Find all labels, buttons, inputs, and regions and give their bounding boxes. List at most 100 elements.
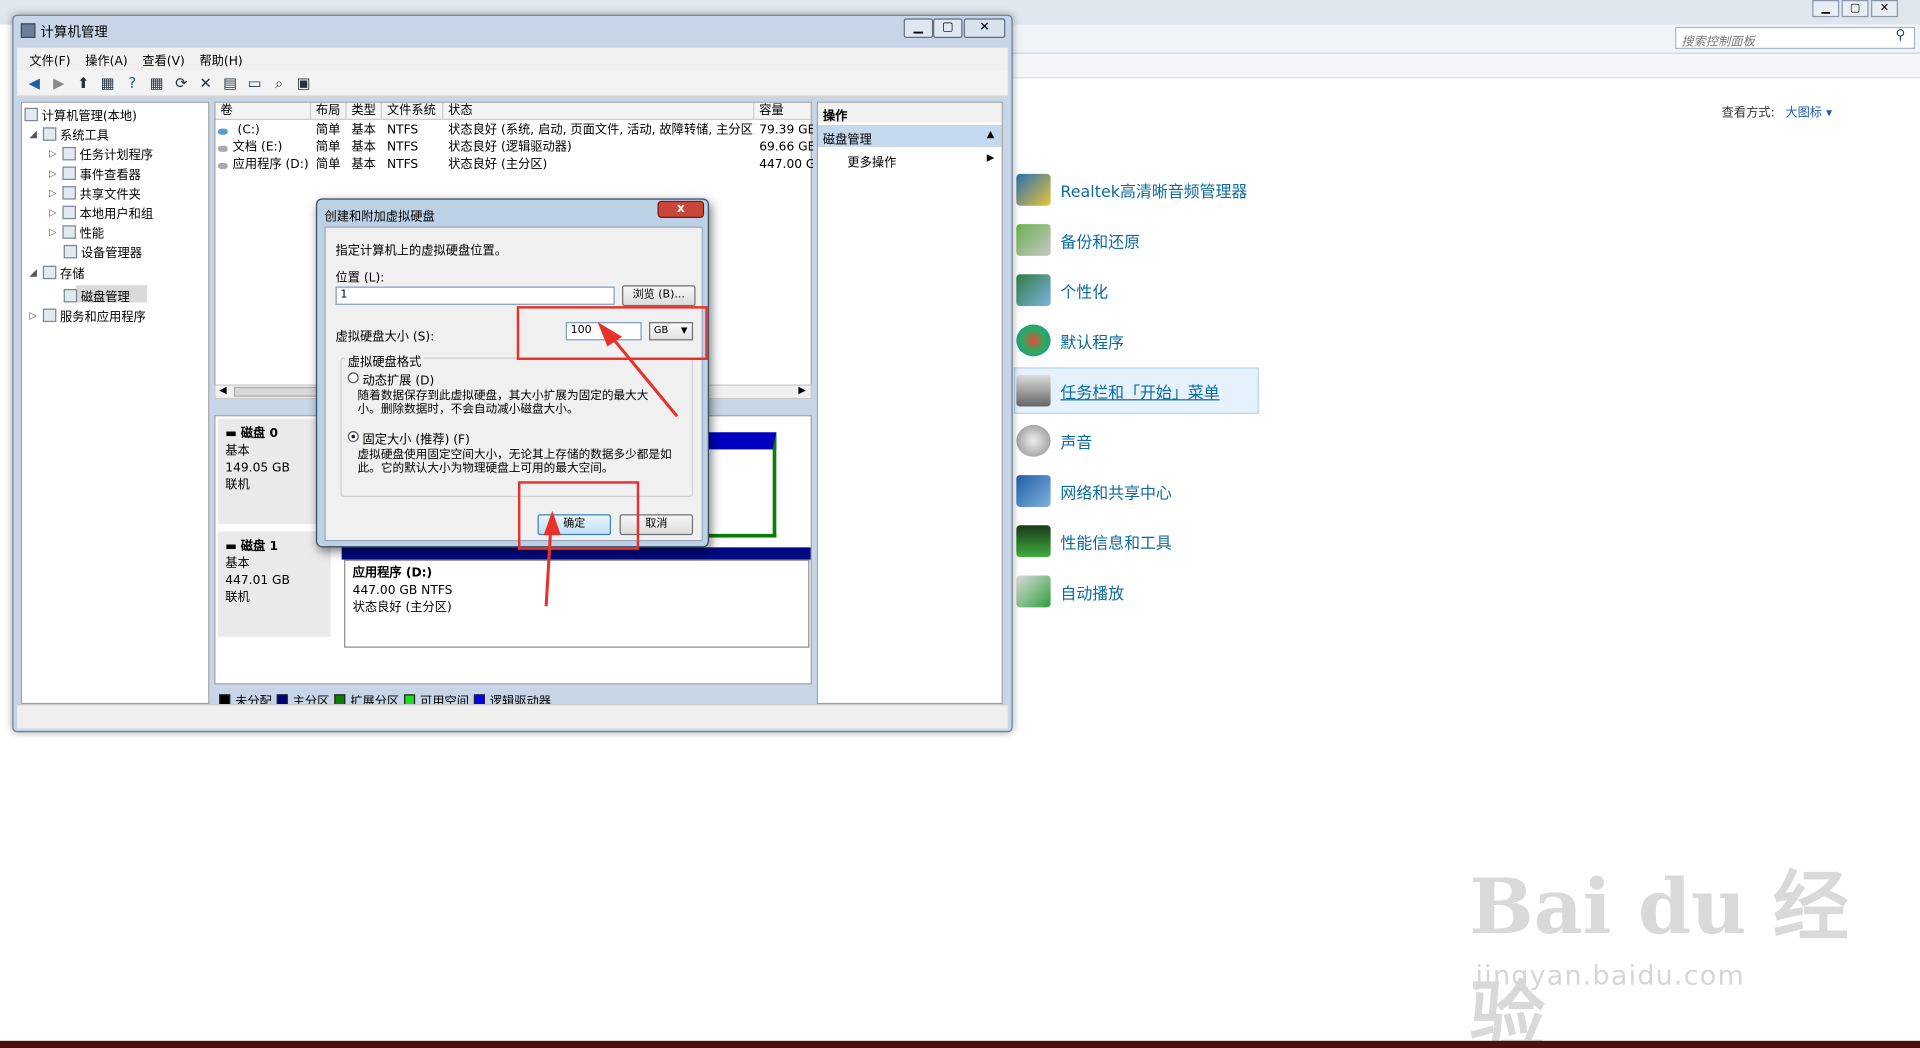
disk0-label[interactable]: ▬ 磁盘 0 基本 149.05 GB 联机 bbox=[217, 418, 331, 525]
tree-event-viewer[interactable]: ▷ 事件查看器 bbox=[49, 164, 141, 182]
tree-storage[interactable]: ◢ 存储 bbox=[29, 263, 85, 282]
control-panel-search-input[interactable]: 搜索控制面板 bbox=[1675, 26, 1916, 49]
browse-button[interactable]: 浏览 (B)... bbox=[622, 285, 696, 307]
tree-performance[interactable]: ▷ 性能 bbox=[49, 223, 104, 241]
cp-item-label: 性能信息和工具 bbox=[1060, 534, 1172, 553]
fixed-radio[interactable] bbox=[347, 431, 359, 443]
settings-icon[interactable]: ▣ bbox=[294, 73, 314, 93]
show-hide-action-icon[interactable]: ▦ bbox=[147, 73, 167, 93]
cp-item-label: 声音 bbox=[1060, 434, 1093, 453]
cp-item-label: 网络和共享中心 bbox=[1060, 484, 1172, 503]
scroll-left-icon[interactable]: ◀ bbox=[219, 384, 227, 395]
forward-icon[interactable]: ▶ bbox=[49, 73, 69, 93]
tree-services[interactable]: ▷ 服务和应用程序 bbox=[29, 306, 146, 324]
tree-label: 存储 bbox=[60, 268, 85, 282]
cell: 基本 bbox=[351, 157, 376, 172]
volume-row[interactable]: 应用程序 (D:) 简单 基本 NTFS 状态良好 (主分区) 447.00 G bbox=[216, 157, 814, 174]
menu-view[interactable]: 查看(V) bbox=[142, 50, 184, 67]
close-button[interactable]: ✕ bbox=[963, 18, 1006, 38]
disk-state: 联机 bbox=[225, 591, 250, 605]
actions-disk-management[interactable]: 磁盘管理 ▲ bbox=[817, 124, 1002, 147]
cell: 状态良好 (系统, 启动, 页面文件, 活动, 故障转储, 主分区) bbox=[448, 123, 755, 138]
col-volume[interactable]: 卷 bbox=[216, 102, 312, 121]
collapse-arrow-icon[interactable]: ▲ bbox=[987, 129, 995, 140]
open-folder-icon[interactable]: ▭ bbox=[245, 73, 265, 93]
back-icon[interactable]: ◀ bbox=[24, 73, 44, 93]
cp-item-personalize[interactable]: 个性化 bbox=[1016, 272, 1108, 309]
toolbar: ◀ ▶ ⬆ ▦ ? ▦ ⟳ ✕ ▤ ▭ ⌕ ▣ bbox=[17, 69, 1008, 97]
view-mode-dropdown[interactable]: 大图标 ▾ bbox=[1785, 102, 1832, 120]
event-icon bbox=[62, 166, 76, 181]
cp-item-realtek[interactable]: Realtek高清晰音频管理器 bbox=[1016, 171, 1247, 208]
dialog-close-button[interactable]: x bbox=[657, 200, 705, 218]
properties-icon[interactable]: ▤ bbox=[220, 73, 240, 93]
network-icon bbox=[1016, 475, 1051, 507]
cp-item-backup[interactable]: 备份和还原 bbox=[1016, 222, 1140, 259]
cp-item-taskbar[interactable]: 任务栏和「开始」菜单 bbox=[1016, 372, 1220, 409]
menu-help[interactable]: 帮助(H) bbox=[199, 50, 242, 67]
collapse-icon[interactable]: ▷ bbox=[49, 168, 59, 179]
cp-item-performance[interactable]: 性能信息和工具 bbox=[1016, 523, 1172, 560]
col-filesystem[interactable]: 文件系统 bbox=[382, 102, 444, 121]
col-type[interactable]: 类型 bbox=[347, 102, 383, 121]
tree-system-tools[interactable]: ◢ 系统工具 bbox=[29, 125, 109, 143]
actions-more[interactable]: 更多操作 bbox=[847, 152, 896, 170]
volume-row[interactable]: 文档 (E:) 简单 基本 NTFS 状态良好 (逻辑驱动器) 69.66 GE bbox=[216, 140, 813, 157]
format-group-label: 虚拟硬盘格式 bbox=[345, 351, 424, 370]
tree-label: 计算机管理(本地) bbox=[41, 110, 137, 124]
disk1-label[interactable]: ▬ 磁盘 1 基本 447.01 GB 联机 bbox=[217, 531, 331, 637]
cell: 447.00 G bbox=[759, 157, 814, 172]
delete-icon[interactable]: ✕ bbox=[196, 73, 216, 93]
cell: 基本 bbox=[351, 140, 376, 155]
cell: 79.39 GE bbox=[759, 123, 814, 138]
minimize-button[interactable]: ▁ bbox=[903, 18, 934, 38]
dynamic-radio[interactable] bbox=[347, 372, 359, 384]
cp-maximize-button[interactable]: ▢ bbox=[1841, 0, 1869, 18]
cp-item-default-programs[interactable]: 默认程序 bbox=[1016, 322, 1124, 359]
control-panel-window-buttons: ▁ ▢ ✕ bbox=[1812, 0, 1920, 20]
up-folder-icon[interactable]: ⬆ bbox=[73, 73, 93, 93]
disk-icon: ▬ bbox=[225, 427, 241, 441]
tree-device-manager[interactable]: 设备管理器 bbox=[63, 242, 142, 261]
cp-item-autoplay[interactable]: 自动播放 bbox=[1016, 573, 1124, 610]
legend-swatch bbox=[276, 693, 288, 705]
storage-icon bbox=[42, 265, 57, 280]
cp-minimize-button[interactable]: ▁ bbox=[1812, 0, 1840, 18]
collapse-icon[interactable]: ▷ bbox=[29, 310, 39, 321]
search-icon[interactable]: ⚲ bbox=[1896, 27, 1906, 43]
maximize-button[interactable]: ▢ bbox=[933, 18, 963, 38]
expand-icon[interactable]: ◢ bbox=[29, 129, 39, 140]
collapse-icon[interactable]: ▷ bbox=[49, 187, 59, 198]
col-layout[interactable]: 布局 bbox=[311, 102, 347, 121]
collapse-icon[interactable]: ▷ bbox=[49, 227, 59, 238]
collapse-icon[interactable]: ▷ bbox=[49, 148, 59, 159]
disk-icon: ▬ bbox=[225, 540, 241, 554]
scroll-right-icon[interactable]: ▶ bbox=[798, 384, 806, 395]
tree-label: 本地用户和组 bbox=[79, 208, 154, 222]
show-hide-tree-icon[interactable]: ▦ bbox=[98, 73, 118, 93]
submenu-arrow-icon[interactable]: ▶ bbox=[987, 152, 995, 163]
col-status[interactable]: 状态 bbox=[443, 102, 755, 121]
help-icon[interactable]: ? bbox=[122, 73, 142, 93]
cp-item-sound[interactable]: 声音 bbox=[1016, 422, 1092, 459]
tree-shared-folders[interactable]: ▷ 共享文件夹 bbox=[49, 184, 141, 202]
menu-file[interactable]: 文件(F) bbox=[29, 50, 70, 67]
tree-disk-management[interactable]: 磁盘管理 bbox=[63, 287, 130, 305]
col-capacity[interactable]: 容量 bbox=[754, 103, 813, 120]
menu-action[interactable]: 操作(A) bbox=[85, 50, 127, 67]
refresh-icon[interactable]: ⟳ bbox=[171, 73, 191, 93]
cell: 简单 bbox=[315, 123, 341, 138]
cell: NTFS bbox=[386, 140, 419, 155]
tree-task-scheduler[interactable]: ▷ 任务计划程序 bbox=[49, 144, 153, 163]
volume-row[interactable]: (C:) 简单 基本 NTFS 状态良好 (系统, 启动, 页面文件, 活动, … bbox=[216, 122, 814, 139]
collapse-icon[interactable]: ▷ bbox=[49, 207, 59, 218]
cp-close-button[interactable]: ✕ bbox=[1871, 0, 1898, 18]
tree-root[interactable]: 计算机管理(本地) bbox=[24, 105, 137, 124]
expand-icon[interactable]: ◢ bbox=[29, 267, 39, 278]
disk-name: 磁盘 1 bbox=[240, 540, 279, 554]
tree-local-users[interactable]: ▷ 本地用户和组 bbox=[49, 203, 154, 222]
search-icon[interactable]: ⌕ bbox=[269, 73, 289, 93]
location-input[interactable]: 1 bbox=[335, 286, 615, 305]
os-taskbar bbox=[0, 1040, 1920, 1048]
cp-item-network[interactable]: 网络和共享中心 bbox=[1016, 473, 1172, 510]
